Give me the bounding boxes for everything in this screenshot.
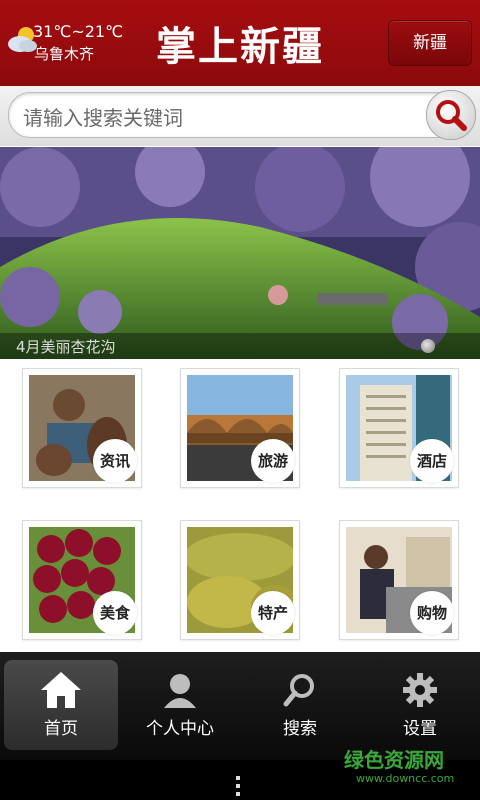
category-label: 美食 xyxy=(93,591,137,635)
home-icon xyxy=(41,672,81,708)
category-tile-specialty[interactable]: 特产 xyxy=(180,520,300,640)
banner-caption-bar: 4月美丽杏花沟 xyxy=(0,333,480,359)
category-label: 购物 xyxy=(410,591,454,635)
search-icon xyxy=(436,100,467,131)
banner-caption: 4月美丽杏花沟 xyxy=(16,338,116,356)
category-label: 酒店 xyxy=(410,439,454,483)
banner-slideshow[interactable]: 4月美丽杏花沟 xyxy=(0,147,480,359)
search-button[interactable] xyxy=(426,90,476,140)
nav-label-home: 首页 xyxy=(44,719,78,739)
search-icon xyxy=(283,674,314,707)
overflow-menu-icon[interactable] xyxy=(236,776,242,800)
user-icon xyxy=(164,674,196,708)
watermark-url: www.downcc.com xyxy=(356,772,455,785)
temperature-text: 31℃~21℃ xyxy=(33,22,124,41)
category-label: 资讯 xyxy=(93,439,137,483)
search-placeholder: 请输入搜索关键词 xyxy=(23,106,183,130)
slide-indicator xyxy=(421,339,435,353)
category-label: 旅游 xyxy=(251,439,295,483)
region-button[interactable]: 新疆 xyxy=(388,20,472,66)
nav-label-settings: 设置 xyxy=(403,719,437,739)
category-tile-food[interactable]: 美食 xyxy=(22,520,142,640)
search-bar: 请输入搜索关键词 xyxy=(0,86,480,146)
nav-item-profile[interactable]: 个人中心 xyxy=(120,652,240,752)
category-tile-hotel[interactable]: 酒店 xyxy=(339,368,459,488)
gear-icon xyxy=(403,673,437,707)
nav-label-search: 搜索 xyxy=(283,719,317,739)
category-grid: 资讯 旅游 酒店 美食 特产 购物 xyxy=(0,360,480,652)
category-tile-travel[interactable]: 旅游 xyxy=(180,368,300,488)
category-label: 特产 xyxy=(251,591,295,635)
watermark-text: 绿色资源网 xyxy=(344,748,444,772)
app-header: 31℃~21℃ 乌鲁木齐 掌上新疆 新疆 xyxy=(0,0,480,86)
app-title: 掌上新疆 xyxy=(156,23,324,70)
category-tile-shopping[interactable]: 购物 xyxy=(339,520,459,640)
search-input[interactable]: 请输入搜索关键词 xyxy=(8,92,466,138)
nav-item-home[interactable]: 首页 xyxy=(4,660,118,750)
nav-item-settings[interactable]: 设置 xyxy=(360,652,480,752)
nav-label-profile: 个人中心 xyxy=(146,719,214,739)
nav-item-search[interactable]: 搜索 xyxy=(240,652,360,752)
category-tile-news[interactable]: 资讯 xyxy=(22,368,142,488)
banner-image xyxy=(0,147,480,359)
city-text: 乌鲁木齐 xyxy=(34,45,95,63)
